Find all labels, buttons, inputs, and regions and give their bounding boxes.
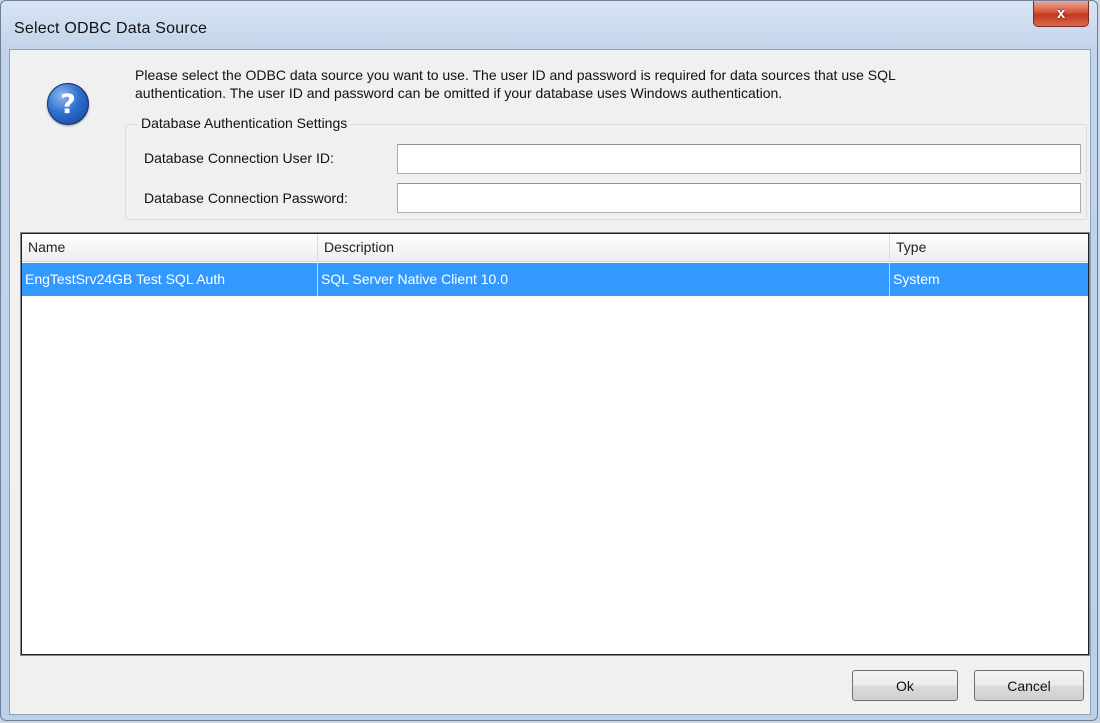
question-help-icon: ?	[47, 83, 89, 125]
column-header-type[interactable]: Type	[890, 234, 1088, 261]
password-input[interactable]	[397, 183, 1081, 213]
column-header-name[interactable]: Name	[22, 234, 318, 261]
dialog-window: Select ODBC Data Source x ? Please selec…	[0, 0, 1098, 721]
user-id-input[interactable]	[397, 144, 1081, 174]
auth-settings-group: Database Authentication Settings Databas…	[125, 115, 1087, 220]
title-bar[interactable]: Select ODBC Data Source x	[1, 1, 1097, 49]
datasource-row-selected[interactable]: EngTestSrv24GB Test SQL Auth SQL Server …	[22, 263, 1088, 296]
row-description-cell: SQL Server Native Client 10.0	[318, 263, 890, 296]
window-title: Select ODBC Data Source	[14, 20, 208, 37]
ok-button[interactable]: Ok	[852, 670, 958, 701]
cancel-button[interactable]: Cancel	[974, 670, 1084, 701]
user-id-label: Database Connection User ID:	[144, 150, 334, 166]
instructions-line-2: authentication. The user ID and password…	[135, 85, 783, 101]
row-type-cell: System	[893, 271, 940, 287]
row-name-cell: EngTestSrv24GB Test SQL Auth	[22, 263, 318, 296]
password-label: Database Connection Password:	[144, 190, 348, 206]
column-header-description[interactable]: Description	[318, 234, 890, 261]
instructions-text: Please select the ODBC data source you w…	[135, 66, 1075, 102]
datasource-list[interactable]: Name Description Type EngTestSrv24GB Tes…	[20, 232, 1090, 656]
auth-settings-group-title: Database Authentication Settings	[138, 115, 351, 131]
instructions-line-1: Please select the ODBC data source you w…	[135, 67, 896, 83]
close-icon: x	[1056, 5, 1066, 22]
list-header: Name Description Type	[22, 234, 1088, 262]
dialog-body: ? Please select the ODBC data source you…	[9, 49, 1091, 715]
help-icon-glyph: ?	[60, 88, 76, 120]
close-button[interactable]: x	[1033, 1, 1089, 27]
